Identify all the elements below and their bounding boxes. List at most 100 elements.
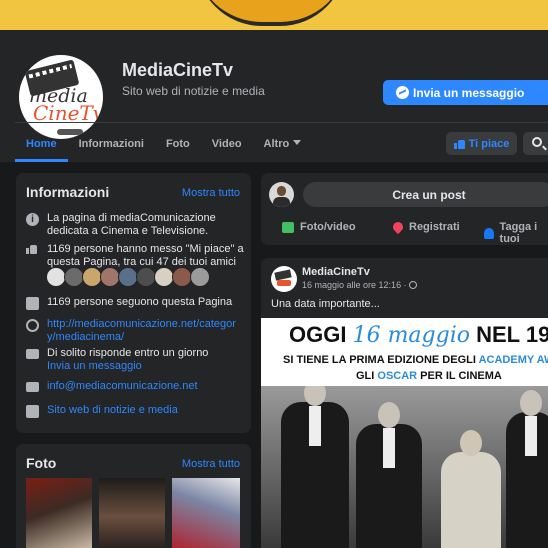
post-author-avatar[interactable] (271, 266, 297, 292)
like-button-label: Ti piace (468, 137, 510, 150)
message-icon (26, 349, 39, 359)
banner-subline-2: GLI OSCAR PER IL CINEMA (356, 370, 502, 382)
info-response: Di solito risponde entro un giorno Invia… (47, 347, 208, 373)
photos-card-title: Foto (26, 455, 57, 471)
follow-check-icon (26, 297, 39, 310)
banner-oggi: OGGI (289, 322, 347, 347)
post-timestamp[interactable]: 16 maggio alle ore 12:16 · (302, 280, 418, 290)
photo-thumbnail[interactable] (172, 478, 240, 548)
banner-subline: SI TIENE LA PRIMA EDIZIONE DEGLI ACADEMY… (283, 354, 548, 366)
page-subtitle: Sito web di notizie e media (122, 84, 265, 98)
check-in-label: Registrati (409, 221, 460, 233)
photo-figure (356, 402, 422, 548)
post-banner-image[interactable]: OGGI 16 maggio NEL 192 SI TIENE LA PRIMA… (261, 318, 548, 386)
category-icon (26, 405, 39, 418)
friend-avatar[interactable] (82, 267, 102, 287)
post-author-name[interactable]: MediaCineTv (302, 266, 370, 278)
post-photo[interactable] (261, 386, 548, 548)
photo-thumbnail[interactable] (99, 478, 165, 548)
tag-person-icon (484, 227, 494, 239)
info-likes: 1169 persone hanno messo "Mi piace" a qu… (47, 243, 244, 268)
search-button[interactable] (523, 132, 548, 155)
tag-friends-action[interactable]: Tagga i tuoi (484, 221, 548, 245)
tab-informazioni[interactable]: Informazioni (68, 130, 155, 162)
info-card-title: Informazioni (26, 184, 110, 200)
info-description: La pagina di mediaComunicazione dedicata… (47, 212, 216, 237)
tab-informazioni-label: Informazioni (78, 138, 144, 150)
post-text: Una data importante... (271, 298, 380, 310)
globe-icon (26, 319, 39, 332)
thumbs-up-icon (453, 139, 465, 149)
friend-avatar[interactable] (136, 267, 156, 287)
banner-headline: OGGI 16 maggio NEL 192 (289, 322, 548, 348)
info-website-row: http://mediacomunicazione.net/category/m… (26, 318, 244, 344)
info-email-link[interactable]: info@mediacomunicazione.net (47, 380, 198, 393)
info-category-link[interactable]: Sito web di notizie e media (47, 404, 178, 418)
post-date-text: 16 maggio alle ore 12:16 · (302, 280, 410, 290)
globe-icon (409, 281, 418, 289)
tab-home-label: Home (26, 138, 57, 150)
tab-video[interactable]: Video (201, 130, 253, 162)
info-followers: 1169 persone seguono questa Pagina (47, 296, 233, 308)
chevron-down-icon (293, 140, 302, 145)
send-message-button[interactable]: Invia un messaggio (383, 80, 548, 105)
info-description-row: La pagina di mediaComunicazione dedicata… (26, 212, 244, 238)
banner-subline-a: SI TIENE LA PRIMA EDIZIONE DEGLI (283, 354, 479, 366)
banner-subline-b: ACADEMY AWAR (478, 354, 548, 366)
page-title: MediaCineTv (122, 60, 234, 80)
friend-avatar[interactable] (46, 267, 66, 287)
tab-foto-label: Foto (165, 138, 190, 150)
check-in-action[interactable]: Registrati (390, 219, 460, 235)
friend-avatar[interactable] (172, 267, 192, 287)
cover-mascot-image (196, 0, 346, 26)
friend-avatar[interactable] (64, 267, 84, 287)
info-icon (26, 213, 39, 226)
banner-date: 16 maggio (352, 323, 470, 348)
info-likes-row: 1169 persone hanno messo "Mi piace" a qu… (26, 243, 244, 269)
banner-line3-c: PER IL CINEMA (417, 370, 502, 382)
info-show-all-link[interactable]: Mostra tutto (182, 187, 240, 199)
cover-photo[interactable] (0, 0, 548, 30)
tab-foto[interactable]: Foto (155, 130, 201, 162)
info-website-link[interactable]: http://mediacomunicazione.net/category/m… (47, 318, 244, 344)
banner-year: NEL 192 (476, 322, 548, 347)
photo-video-label: Foto/video (300, 221, 356, 233)
tag-friends-label: Tagga i tuoi (499, 221, 538, 245)
info-email-row: info@mediacomunicazione.net (26, 380, 244, 393)
friend-avatar[interactable] (100, 267, 120, 287)
friends-avatars[interactable] (46, 267, 210, 287)
like-page-button[interactable]: Ti piace (446, 132, 517, 155)
photo-figure (281, 386, 349, 548)
photo-thumbnail[interactable] (26, 478, 92, 548)
banner-line3-a: GLI (356, 370, 378, 382)
tab-video-label: Video (211, 138, 242, 150)
info-response-text: Di solito risponde entro un giorno (47, 347, 209, 359)
friend-avatar[interactable] (118, 267, 138, 287)
location-pin-icon (390, 219, 406, 235)
envelope-icon (26, 382, 39, 392)
header-divider (15, 122, 548, 123)
page-header: media CineTv MediaCineTv Sito web di not… (0, 30, 548, 162)
banner-line3-b: OSCAR (377, 370, 418, 382)
friend-avatar[interactable] (154, 267, 174, 287)
photo-video-action[interactable]: Foto/video (282, 221, 356, 233)
info-followers-row: 1169 persone seguono questa Pagina (26, 296, 244, 310)
photos-show-all-link[interactable]: Mostra tutto (182, 458, 240, 470)
tab-altro[interactable]: Altro (253, 130, 313, 162)
friend-avatar[interactable] (190, 267, 210, 287)
info-category-row: Sito web di notizie e media (26, 404, 244, 418)
tab-home[interactable]: Home (15, 130, 68, 162)
search-icon (532, 137, 542, 147)
create-post-button[interactable]: Crea un post (303, 182, 548, 207)
info-send-message-link[interactable]: Invia un messaggio (47, 360, 208, 373)
avatar-head (277, 186, 286, 196)
page-tabs: Home Informazioni Foto Video Altro (15, 130, 312, 162)
photo-figure (441, 430, 501, 548)
photo-figure (506, 390, 548, 548)
thumbs-up-icon (26, 244, 39, 257)
messenger-icon (396, 86, 409, 99)
user-avatar[interactable] (269, 182, 294, 207)
page-avatar[interactable]: media CineTv (16, 52, 106, 142)
send-message-label: Invia un messaggio (413, 85, 525, 100)
tab-altro-label: Altro (263, 138, 290, 150)
